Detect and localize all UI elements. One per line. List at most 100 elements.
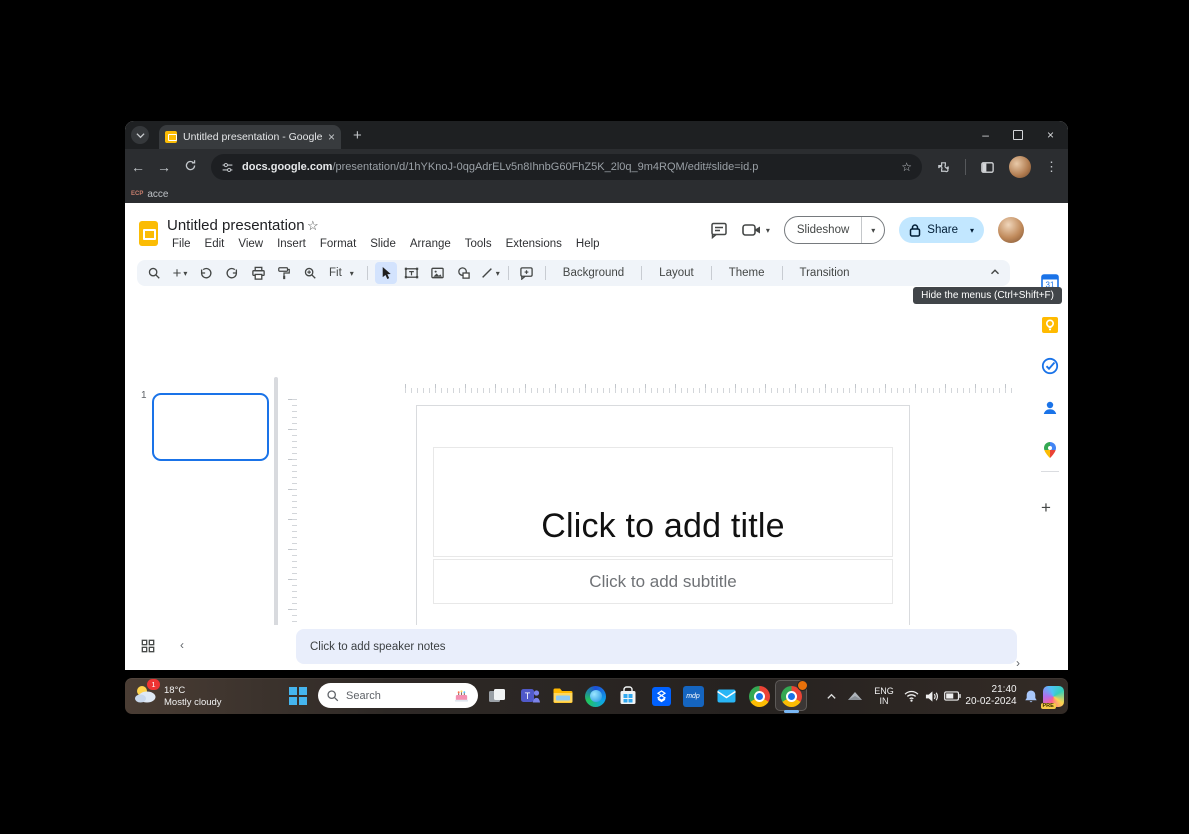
browser-profile-avatar[interactable] xyxy=(1009,156,1031,178)
redo-button[interactable] xyxy=(221,262,243,284)
transition-button[interactable]: Transition xyxy=(790,267,860,279)
extensions-icon[interactable] xyxy=(936,160,951,175)
menu-arrange[interactable]: Arrange xyxy=(403,236,458,252)
insert-line-tool[interactable]: ▾ xyxy=(479,262,501,284)
close-button[interactable]: × xyxy=(1047,128,1054,142)
insert-comment-tool[interactable] xyxy=(516,262,538,284)
notification-bell-icon[interactable] xyxy=(1021,678,1041,714)
address-bar[interactable]: docs.google.com/presentation/d/1hYKnoJ-0… xyxy=(211,154,922,180)
text-box-tool[interactable] xyxy=(401,262,423,284)
chevron-down-icon[interactable]: ▾ xyxy=(350,269,354,278)
slideshow-button[interactable]: Slideshow ▾ xyxy=(783,216,886,244)
restore-button[interactable] xyxy=(1012,130,1023,140)
speaker-notes[interactable]: Click to add speaker notes xyxy=(296,629,1017,664)
browser-tab[interactable]: Untitled presentation - Google × xyxy=(159,125,341,149)
taskbar-search[interactable]: Search xyxy=(318,683,478,708)
theme-button[interactable]: Theme xyxy=(719,267,775,279)
menu-view[interactable]: View xyxy=(231,236,270,252)
tab-search-button[interactable] xyxy=(131,126,149,144)
zoom-icon[interactable] xyxy=(299,262,321,284)
slide-thumbnail[interactable] xyxy=(152,393,269,461)
menu-tools[interactable]: Tools xyxy=(458,236,499,252)
share-dropdown[interactable]: ▾ xyxy=(964,226,980,235)
select-tool[interactable] xyxy=(374,262,397,284)
bookmark-item[interactable]: acce xyxy=(147,189,168,200)
menu-extensions[interactable]: Extensions xyxy=(499,236,569,252)
side-panel-strip: 31 + xyxy=(1032,253,1068,670)
contacts-icon[interactable] xyxy=(1041,399,1059,417)
reload-button[interactable] xyxy=(177,159,203,175)
new-slide-button[interactable]: + ▾ xyxy=(169,262,191,284)
search-menus-icon[interactable] xyxy=(143,262,165,284)
weather-widget[interactable]: 1 18°C Mostly cloudy xyxy=(133,679,222,711)
divider xyxy=(1041,471,1059,472)
menu-help[interactable]: Help xyxy=(569,236,607,252)
new-tab-button[interactable]: + xyxy=(353,127,362,144)
tray-expand-icon[interactable] xyxy=(821,678,841,714)
maps-icon[interactable] xyxy=(1041,441,1059,459)
document-title[interactable]: Untitled presentation xyxy=(167,217,305,234)
menu-format[interactable]: Format xyxy=(313,236,363,252)
side-panel-icon[interactable] xyxy=(980,160,995,175)
start-button[interactable] xyxy=(289,687,307,705)
mdp-app-icon[interactable]: mdp xyxy=(681,684,705,708)
chrome-icon[interactable] xyxy=(747,684,771,708)
undo-button[interactable] xyxy=(195,262,217,284)
divider xyxy=(366,266,368,280)
copilot-preview-icon[interactable]: PRE xyxy=(1040,678,1065,714)
hide-menus-button[interactable] xyxy=(988,265,1002,284)
wifi-icon[interactable] xyxy=(901,678,921,714)
expand-side-panel-icon[interactable]: › xyxy=(1016,656,1020,670)
layout-button[interactable]: Layout xyxy=(649,267,704,279)
lang-line1: ENG xyxy=(874,686,894,696)
task-view-icon[interactable] xyxy=(485,684,509,708)
remote-desktop-screen: Untitled presentation - Google × + – × ←… xyxy=(125,121,1068,714)
back-button[interactable]: ← xyxy=(125,159,151,175)
star-document-icon[interactable]: ☆ xyxy=(307,218,319,234)
teams-icon[interactable]: T xyxy=(518,684,542,708)
share-button[interactable]: Share ▾ xyxy=(899,217,984,243)
file-explorer-icon[interactable] xyxy=(551,684,575,708)
active-app-indicator xyxy=(784,710,799,713)
join-call-button[interactable]: ▾ xyxy=(742,222,770,238)
insert-shape-tool[interactable] xyxy=(453,262,475,284)
insert-image-tool[interactable] xyxy=(427,262,449,284)
tab-close-icon[interactable]: × xyxy=(328,130,335,144)
subtitle-placeholder[interactable]: Click to add subtitle xyxy=(433,559,893,604)
site-info-icon[interactable] xyxy=(221,161,234,174)
title-placeholder[interactable]: Click to add title xyxy=(433,447,893,557)
slideshow-options-dropdown[interactable]: ▾ xyxy=(861,217,884,243)
chevron-down-icon: ▾ xyxy=(183,268,188,278)
background-button[interactable]: Background xyxy=(553,267,634,279)
zoom-select[interactable]: Fit xyxy=(325,267,346,279)
dropbox-icon[interactable] xyxy=(649,684,673,708)
keep-icon[interactable] xyxy=(1041,316,1059,334)
tasks-icon[interactable] xyxy=(1041,357,1059,375)
mail-icon[interactable] xyxy=(714,684,738,708)
forward-button[interactable]: → xyxy=(151,159,177,175)
search-icon xyxy=(327,690,339,702)
comment-history-icon[interactable] xyxy=(710,221,728,239)
account-avatar[interactable] xyxy=(998,217,1024,243)
menu-file[interactable]: File xyxy=(165,236,198,252)
menu-edit[interactable]: Edit xyxy=(198,236,232,252)
volume-icon[interactable] xyxy=(921,678,941,714)
clock-widget[interactable]: 21:40 20-02-2024 xyxy=(963,678,1019,714)
minimize-button[interactable]: – xyxy=(982,128,989,142)
slides-logo-icon[interactable] xyxy=(139,221,158,246)
grid-view-icon[interactable] xyxy=(141,639,155,658)
battery-icon[interactable] xyxy=(941,678,963,714)
microsoft-store-icon[interactable] xyxy=(616,684,640,708)
print-button[interactable] xyxy=(247,262,269,284)
paint-format-icon[interactable] xyxy=(273,262,295,284)
collapse-filmstrip-icon[interactable]: ‹ xyxy=(180,638,184,652)
browser-menu-icon[interactable]: ⋮ xyxy=(1045,159,1058,175)
divider xyxy=(965,159,966,175)
language-indicator[interactable]: ENG IN xyxy=(869,678,899,714)
get-addons-button[interactable]: + xyxy=(1041,498,1051,518)
onedrive-tray-icon[interactable] xyxy=(843,678,867,714)
menu-slide[interactable]: Slide xyxy=(363,236,403,252)
menu-insert[interactable]: Insert xyxy=(270,236,313,252)
edge-icon[interactable] xyxy=(583,684,607,708)
bookmark-star-icon[interactable]: ☆ xyxy=(901,160,912,174)
